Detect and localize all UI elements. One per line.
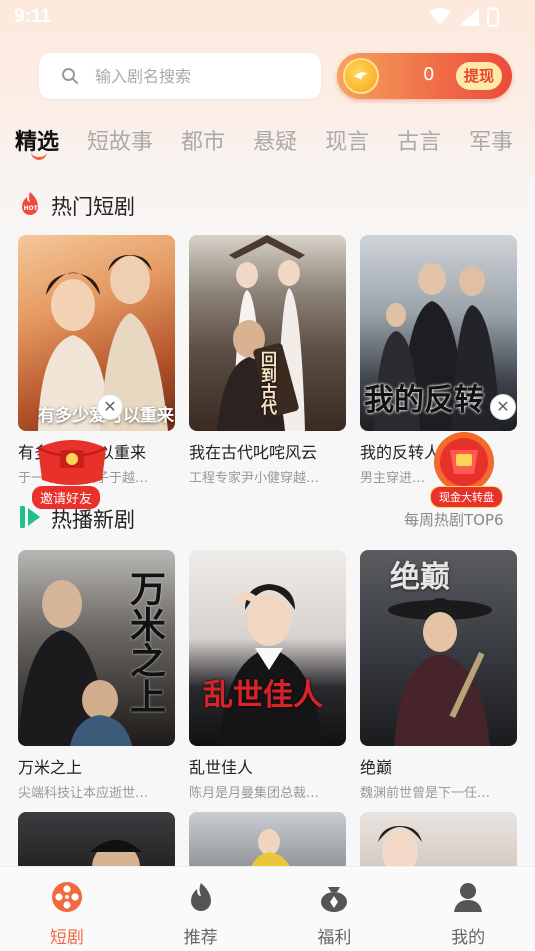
nav-recommend[interactable]: 推荐 bbox=[134, 867, 268, 951]
nav-label: 推荐 bbox=[183, 928, 218, 948]
poster-title-text: 我的反转 bbox=[364, 383, 484, 418]
poster-figures bbox=[90, 840, 142, 872]
nav-label: 福利 bbox=[317, 928, 352, 948]
money-bag-icon bbox=[321, 887, 348, 912]
tab-suspense[interactable]: 悬疑 bbox=[253, 124, 297, 156]
drama-title: 万米之上 bbox=[18, 758, 83, 777]
tab-short-story[interactable]: 短故事 bbox=[87, 124, 153, 156]
drama-poster[interactable]: 乱世佳人 bbox=[189, 550, 346, 746]
tab-modern-romance[interactable]: 现言 bbox=[325, 124, 369, 156]
drama-poster[interactable]: 回到古代 bbox=[189, 235, 346, 431]
tab-featured[interactable]: 精选 bbox=[15, 124, 59, 160]
poster-figures bbox=[378, 826, 422, 872]
hot-flame-icon: HOT bbox=[18, 191, 42, 221]
withdraw-button[interactable]: 提现 bbox=[455, 62, 502, 90]
drama-title: 绝巅 bbox=[360, 758, 393, 777]
nav-profile[interactable]: 我的 bbox=[401, 867, 535, 951]
hot-section-title: 热门短剧 bbox=[51, 195, 135, 219]
drama-poster[interactable] bbox=[189, 812, 346, 872]
poster-figures bbox=[219, 584, 323, 746]
wifi-icon bbox=[429, 8, 451, 25]
weekly-top-link[interactable]: 每周热剧TOP6 bbox=[404, 509, 504, 530]
drama-description: 尖端科技让本应逝世… bbox=[18, 786, 149, 801]
poster-title-text: 万米之上 bbox=[124, 570, 165, 714]
poster-title-text: 回到古代 bbox=[258, 351, 277, 415]
film-reel-icon bbox=[51, 882, 82, 912]
poster-title-text: 乱世佳人 bbox=[203, 678, 323, 713]
close-icon[interactable]: ✕ bbox=[490, 394, 516, 420]
invite-friends-promo[interactable]: 邀请好友 bbox=[32, 428, 112, 509]
new-section-title: 热播新剧 bbox=[51, 508, 135, 532]
nav-welfare[interactable]: 福利 bbox=[268, 867, 402, 951]
drama-description: 陈月是月曼集团总裁… bbox=[189, 786, 320, 801]
nav-short-drama[interactable]: 短剧 bbox=[0, 867, 134, 951]
drama-card[interactable]: 乱世佳人 乱世佳人 陈月是月曼集团总裁… bbox=[189, 550, 346, 801]
drama-poster[interactable] bbox=[18, 812, 175, 872]
bottom-navigation: 短剧 推荐 福利 我的 bbox=[0, 866, 535, 951]
drama-description: 魏渊前世曾是下一任… bbox=[360, 786, 491, 801]
drama-description: 工程专家尹小健穿越… bbox=[189, 471, 320, 486]
drama-poster[interactable]: 万米之上 bbox=[18, 550, 175, 746]
red-envelope-icon bbox=[37, 440, 107, 485]
user-icon bbox=[454, 883, 483, 912]
poster-figures bbox=[249, 829, 293, 872]
drama-card[interactable]: 万米之上 万米之上 尖端科技让本应逝世… bbox=[18, 550, 175, 801]
close-icon[interactable]: ✕ bbox=[97, 394, 123, 420]
coin-balance-pill[interactable]: 0 提现 bbox=[337, 53, 512, 99]
hot-badge: HOT bbox=[24, 205, 39, 212]
play-icon bbox=[18, 504, 42, 534]
flame-icon bbox=[190, 883, 211, 911]
search-input[interactable] bbox=[95, 66, 295, 86]
poster-title-text: 绝巅 bbox=[390, 560, 450, 595]
status-time: 9:11 bbox=[14, 6, 51, 27]
drama-title: 我在古代叱咤风云 bbox=[189, 443, 318, 462]
drama-card[interactable]: 回到古代 我在古代叱咤风云 工程专家尹小健穿越… bbox=[189, 235, 346, 486]
tab-military[interactable]: 军事 bbox=[469, 124, 513, 156]
tab-urban[interactable]: 都市 bbox=[181, 124, 225, 156]
drama-poster[interactable]: 有多少爱可以重来 bbox=[18, 235, 175, 431]
drama-poster[interactable] bbox=[360, 812, 517, 872]
status-bar: 9:11 bbox=[0, 0, 535, 38]
active-tab-indicator bbox=[31, 152, 47, 160]
category-tabs: 精选 短故事 都市 悬疑 现言 古言 军事 bbox=[15, 124, 535, 160]
cash-wheel-promo[interactable]: 现金大转盘 bbox=[418, 428, 510, 508]
status-icons bbox=[429, 7, 499, 27]
tab-ancient-romance[interactable]: 古言 bbox=[397, 124, 441, 156]
coin-count: 0 bbox=[423, 64, 435, 85]
coin-icon bbox=[343, 58, 379, 94]
signal-icon bbox=[459, 8, 479, 26]
nav-label: 短剧 bbox=[49, 928, 84, 948]
drama-card[interactable]: 绝巅 绝巅 魏渊前世曾是下一任… bbox=[360, 550, 517, 801]
drama-poster[interactable]: 绝巅 bbox=[360, 550, 517, 746]
nav-label: 我的 bbox=[451, 928, 486, 948]
battery-icon bbox=[487, 7, 499, 27]
drama-title: 乱世佳人 bbox=[189, 758, 254, 777]
search-icon bbox=[62, 68, 78, 84]
search-bar[interactable] bbox=[39, 53, 321, 99]
cash-wheel-label: 现金大转盘 bbox=[430, 486, 503, 508]
